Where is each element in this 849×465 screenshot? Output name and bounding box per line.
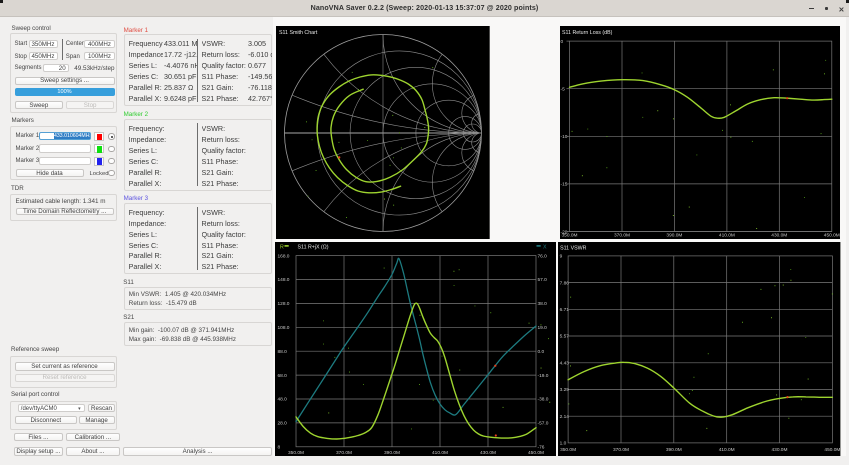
svg-text:128.0: 128.0 [278,301,290,307]
svg-text:450.0M: 450.0M [823,232,839,238]
svg-text:R: R [280,245,284,251]
svg-text:430.0M: 430.0M [771,232,787,238]
svg-text:350.0M: 350.0M [561,232,577,238]
svg-text:7.86: 7.86 [560,280,570,286]
svg-text:9: 9 [560,254,563,260]
svg-text:-19.0: -19.0 [537,373,548,379]
svg-text:0: 0 [560,38,563,44]
svg-text:430.0M: 430.0M [480,450,496,456]
svg-text:0.0: 0.0 [537,349,544,355]
svg-text:-76: -76 [537,444,544,450]
svg-text:-38.0: -38.0 [537,397,548,403]
svg-text:19.0: 19.0 [537,325,547,331]
svg-text:410.0M: 410.0M [718,232,734,238]
svg-text:430.0M: 430.0M [772,447,788,453]
svg-text:57.0: 57.0 [537,277,547,283]
svg-text:390.0M: 390.0M [666,447,682,453]
svg-text:X: X [543,245,547,251]
svg-text:410.0M: 410.0M [719,447,735,453]
svg-text:-57.0: -57.0 [537,421,548,427]
svg-text:6.71: 6.71 [560,307,570,313]
svg-text:S11 Return Loss (dB): S11 Return Loss (dB) [562,29,613,35]
svg-text:410.0M: 410.0M [432,450,448,456]
svg-text:S11 Smith Chart: S11 Smith Chart [279,30,318,36]
svg-text:S11 VSWR: S11 VSWR [560,246,587,252]
svg-text:48.0: 48.0 [278,397,288,403]
svg-text:S11 R+jX (Ω): S11 R+jX (Ω) [298,245,329,251]
svg-text:28.0: 28.0 [278,421,288,427]
svg-text:1.0: 1.0 [560,441,567,447]
svg-text:450.0M: 450.0M [825,447,841,453]
svg-text:350.0M: 350.0M [561,447,577,453]
svg-text:148.0: 148.0 [278,277,290,283]
svg-text:76.0: 76.0 [537,253,547,259]
svg-text:88.0: 88.0 [278,349,288,355]
svg-text:68.0: 68.0 [278,373,288,379]
svg-text:-5: -5 [560,86,565,92]
svg-text:8: 8 [278,444,281,450]
svg-text:370.0M: 370.0M [336,450,352,456]
svg-text:5.57: 5.57 [560,334,570,340]
svg-text:2.14: 2.14 [560,414,570,420]
svg-text:-10: -10 [560,134,567,140]
svg-text:168.0: 168.0 [278,253,290,259]
svg-text:-15: -15 [560,181,567,187]
svg-text:390.0M: 390.0M [384,450,400,456]
svg-text:450.0M: 450.0M [528,450,544,456]
svg-text:38.0: 38.0 [537,301,547,307]
svg-text:390.0M: 390.0M [666,232,682,238]
svg-text:370.0M: 370.0M [613,447,629,453]
svg-text:370.0M: 370.0M [614,232,630,238]
svg-text:108.0: 108.0 [278,325,290,331]
svg-text:350.0M: 350.0M [288,450,304,456]
svg-text:4.43: 4.43 [560,360,570,366]
svg-text:3.29: 3.29 [560,387,570,393]
